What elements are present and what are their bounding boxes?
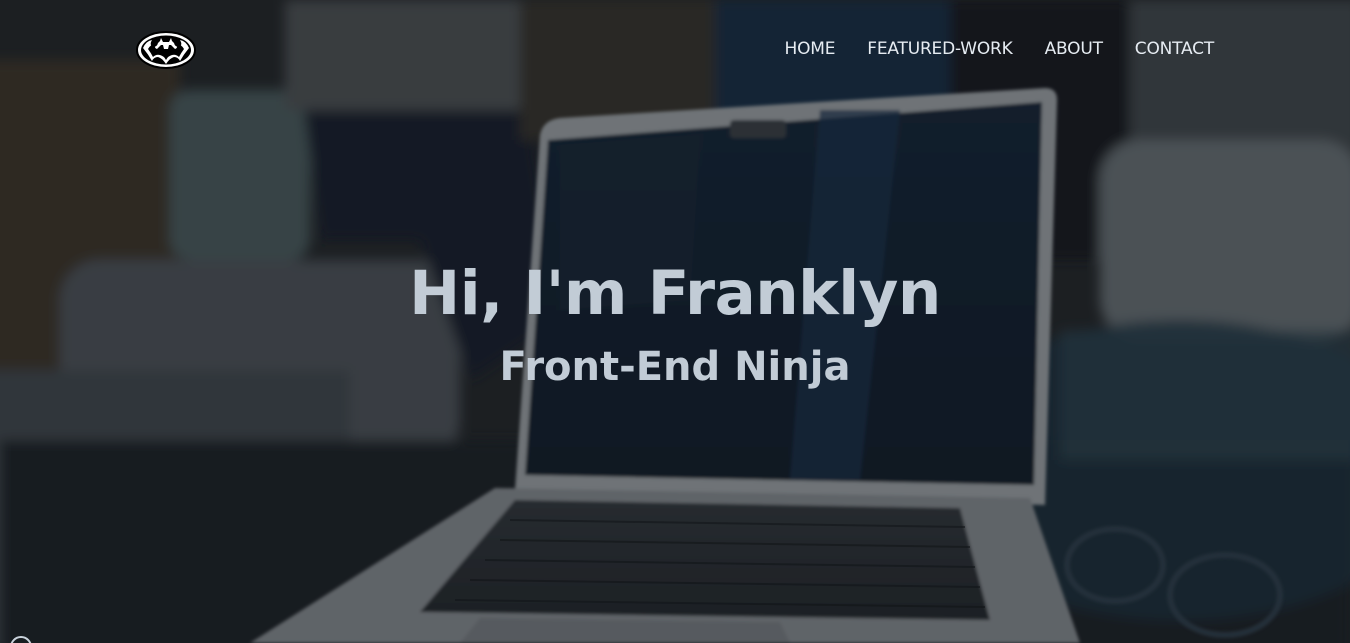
nav-link-featured-work[interactable]: FEATURED-WORK [867,39,1012,59]
nav-menu: HOME FEATURED-WORK ABOUT CONTACT [785,39,1215,59]
hero-text: Hi, I'm Franklyn Front-End Ninja [0,256,1350,392]
nav-link-about[interactable]: ABOUT [1045,39,1103,59]
hero-section: HOME FEATURED-WORK ABOUT CONTACT Hi, I'm… [0,0,1350,643]
hero-title: Hi, I'm Franklyn [409,258,941,329]
nav-link-home[interactable]: HOME [785,39,836,59]
nav-link-contact[interactable]: CONTACT [1135,39,1214,59]
batman-logo-icon[interactable] [136,31,196,69]
hero-subtitle: Front-End Ninja [499,344,851,390]
navbar: HOME FEATURED-WORK ABOUT CONTACT [0,0,1350,100]
